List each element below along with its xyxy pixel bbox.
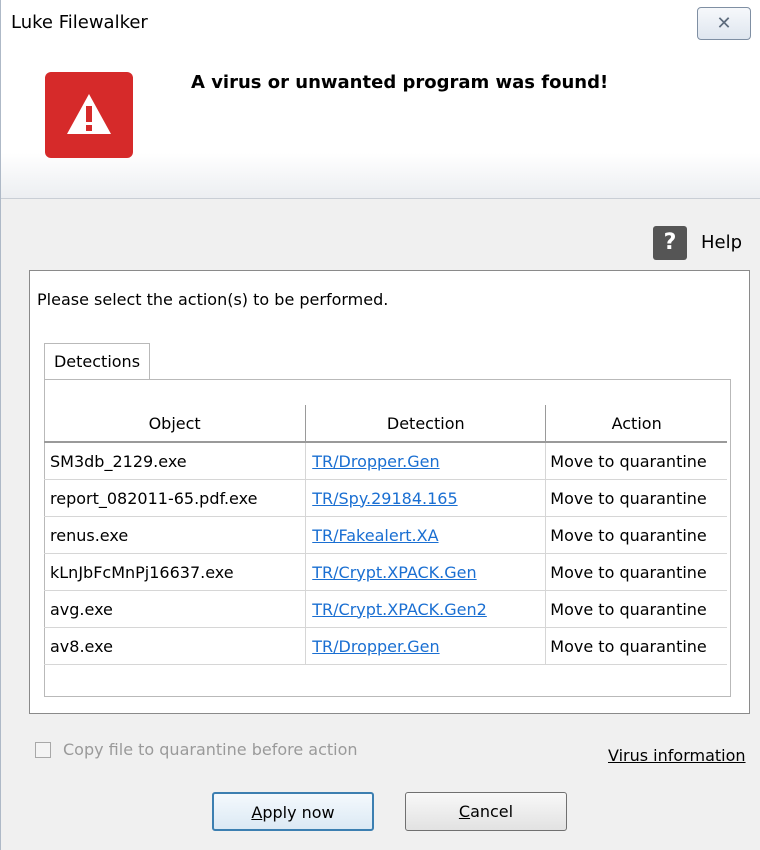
window-title: Luke Filewalker bbox=[11, 12, 148, 33]
cancel-label: ancel bbox=[470, 802, 514, 821]
table-row[interactable]: avg.exe TR/Crypt.XPACK.Gen2 Move to quar… bbox=[44, 590, 727, 628]
table-row[interactable]: av8.exe TR/Dropper.Gen Move to quarantin… bbox=[44, 627, 727, 665]
help-question-icon: ? bbox=[653, 226, 687, 260]
object-cell: SM3db_2129.exe bbox=[44, 442, 307, 480]
table-row[interactable]: kLnJbFcMnPj16637.exe TR/Crypt.XPACK.Gen … bbox=[44, 553, 727, 591]
column-header-detection[interactable]: Detection bbox=[305, 405, 547, 443]
detection-link[interactable]: TR/Spy.29184.165 bbox=[312, 489, 457, 508]
title-bar: Luke Filewalker ✕ bbox=[1, 0, 760, 49]
table-row[interactable]: renus.exe TR/Fakealert.XA Move to quaran… bbox=[44, 516, 727, 554]
alert-headline: A virus or unwanted program was found! bbox=[191, 72, 609, 93]
detection-link[interactable]: TR/Crypt.XPACK.Gen2 bbox=[312, 600, 487, 619]
column-header-object[interactable]: Object bbox=[44, 405, 307, 443]
object-cell: avg.exe bbox=[44, 590, 307, 628]
action-cell[interactable]: Move to quarantine bbox=[545, 627, 727, 665]
detection-link[interactable]: TR/Dropper.Gen bbox=[312, 452, 439, 471]
object-cell: av8.exe bbox=[44, 627, 307, 665]
detection-link[interactable]: TR/Crypt.XPACK.Gen bbox=[312, 563, 476, 582]
tab-detections[interactable]: Detections bbox=[44, 343, 150, 379]
table-row[interactable]: SM3db_2129.exe TR/Dropper.Gen Move to qu… bbox=[44, 442, 727, 480]
apply-mnemonic: A bbox=[251, 803, 263, 822]
help-label: Help bbox=[701, 232, 743, 253]
action-cell[interactable]: Move to quarantine bbox=[545, 553, 727, 591]
apply-now-button[interactable]: Apply now bbox=[212, 792, 374, 831]
virus-information-link[interactable]: Virus information bbox=[608, 746, 746, 765]
action-cell[interactable]: Move to quarantine bbox=[545, 516, 727, 554]
detection-link[interactable]: TR/Dropper.Gen bbox=[312, 637, 439, 656]
table-row[interactable]: report_082011-65.pdf.exe TR/Spy.29184.16… bbox=[44, 479, 727, 517]
close-icon: ✕ bbox=[716, 13, 732, 34]
close-button[interactable]: ✕ bbox=[697, 7, 751, 40]
cancel-button[interactable]: Cancel bbox=[405, 792, 567, 831]
apply-label: pply now bbox=[262, 803, 335, 822]
column-header-action[interactable]: Action bbox=[545, 405, 727, 443]
object-cell: report_082011-65.pdf.exe bbox=[44, 479, 307, 517]
action-cell[interactable]: Move to quarantine bbox=[545, 442, 727, 480]
action-cell[interactable]: Move to quarantine bbox=[545, 590, 727, 628]
copy-to-quarantine-label: Copy file to quarantine before action bbox=[63, 740, 358, 759]
detections-table: Object Detection Action SM3db_2129.exe T… bbox=[44, 405, 727, 665]
dialog-window: Luke Filewalker ✕ A virus or unwanted pr… bbox=[0, 0, 760, 850]
action-cell[interactable]: Move to quarantine bbox=[545, 479, 727, 517]
copy-to-quarantine-checkbox[interactable] bbox=[35, 742, 51, 758]
object-cell: kLnJbFcMnPj16637.exe bbox=[44, 553, 307, 591]
instruction-text: Please select the action(s) to be perfor… bbox=[37, 290, 389, 309]
warning-triangle-icon bbox=[45, 72, 133, 158]
cancel-mnemonic: C bbox=[458, 802, 471, 821]
detection-link[interactable]: TR/Fakealert.XA bbox=[312, 526, 438, 545]
table-header-row: Object Detection Action bbox=[44, 405, 727, 443]
object-cell: renus.exe bbox=[44, 516, 307, 554]
